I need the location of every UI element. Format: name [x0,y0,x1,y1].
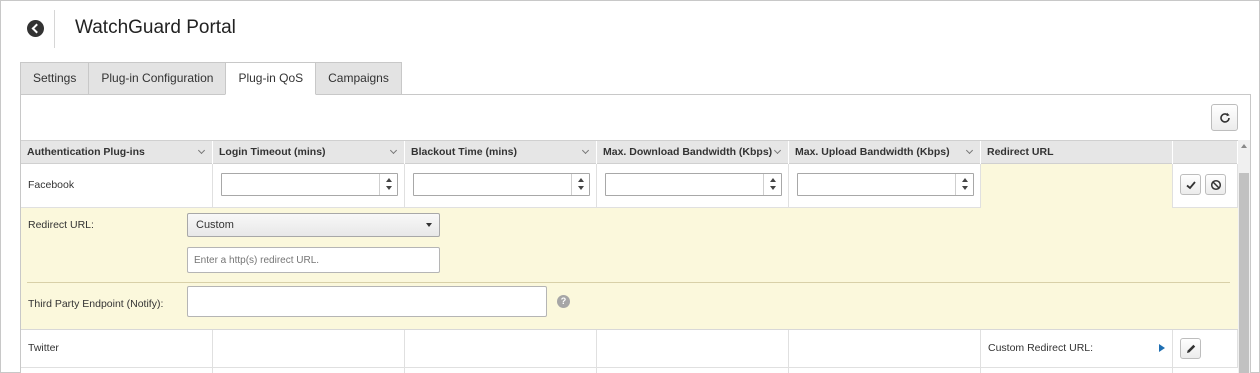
redirect-url-input[interactable] [187,247,440,273]
cancel-icon [1210,179,1222,191]
spin-down-icon[interactable] [770,186,776,190]
scrollbar-thumb[interactable] [1239,173,1249,373]
redirect-url-selected: Custom [196,219,234,231]
cell-max-download [597,164,789,208]
plugin-name: Twitter [28,342,59,354]
save-button[interactable] [1180,174,1201,195]
help-icon[interactable]: ? [557,295,570,308]
cell-blackout-time [405,330,597,368]
column-header-plugins[interactable]: Authentication Plug-ins [21,141,213,164]
edit-button[interactable] [1180,338,1201,359]
plugin-name: Facebook [28,179,75,191]
table-row-partial [21,368,1238,373]
redirect-settings-editor: Redirect URL: Custom Third Party Endpoin… [21,208,1238,330]
column-header-redirect-url: Redirect URL [981,141,1173,164]
max-download-input[interactable] [605,173,782,196]
refresh-button[interactable] [1211,104,1238,131]
column-header-label: Max. Download Bandwidth (Kbps) [603,146,773,158]
chevron-down-icon[interactable] [581,146,590,155]
cell [405,368,597,373]
cell-blackout-time [405,164,597,208]
cell-actions [1173,164,1238,208]
pencil-icon [1187,344,1196,353]
cell-login-timeout [213,164,405,208]
tab-plugin-qos[interactable]: Plug-in QoS [225,62,317,95]
redirect-url-label: Redirect URL: [28,219,94,231]
divider [27,282,1230,283]
table-row-facebook: Facebook [21,164,1238,208]
spinner[interactable] [955,174,973,195]
blackout-time-input[interactable] [413,173,590,196]
cell-actions [1173,330,1238,368]
endpoint-input[interactable] [187,286,547,317]
refresh-icon [1220,112,1230,123]
vertical-scrollbar[interactable] [1238,140,1250,373]
cell [21,368,213,373]
spin-up-icon[interactable] [386,178,392,182]
cell-redirect-url: Custom Redirect URL: [981,330,1173,368]
spin-up-icon[interactable] [578,178,584,182]
tab-bar: Settings Plug-in Configuration Plug-in Q… [20,62,402,95]
tab-plugin-configuration[interactable]: Plug-in Configuration [88,62,227,95]
chevron-down-icon[interactable] [197,146,206,155]
redirect-url-select[interactable]: Custom [187,213,440,237]
spin-down-icon[interactable] [578,186,584,190]
cell-max-download [597,330,789,368]
back-arrow-icon[interactable] [27,20,44,37]
spin-up-icon[interactable] [962,178,968,182]
cell [981,368,1173,373]
tab-campaigns[interactable]: Campaigns [315,62,402,95]
header-divider [54,10,55,48]
checkmark-icon [1186,181,1196,190]
spin-down-icon[interactable] [962,186,968,190]
spinner[interactable] [379,174,397,195]
cell [789,368,981,373]
column-header-actions [1173,141,1238,164]
redirect-url-value: Custom Redirect URL: [988,342,1094,354]
column-header-label: Blackout Time (mins) [411,146,517,158]
column-header-max-download[interactable]: Max. Download Bandwidth (Kbps) [597,141,789,164]
spinner[interactable] [763,174,781,195]
cell-max-upload [789,330,981,368]
cancel-button[interactable] [1205,174,1226,195]
max-upload-input[interactable] [797,173,974,196]
column-header-label: Authentication Plug-ins [27,146,145,158]
endpoint-label: Third Party Endpoint (Notify): [28,298,164,310]
cell [597,368,789,373]
cell-login-timeout [213,330,405,368]
table-row-twitter: Twitter Custom Redirect URL: [21,330,1238,368]
cell [213,368,405,373]
column-header-label: Login Timeout (mins) [219,146,326,158]
chevron-down-icon[interactable] [965,146,974,155]
play-arrow-icon[interactable] [1159,344,1165,352]
page-title: WatchGuard Portal [75,17,236,38]
spinner[interactable] [571,174,589,195]
cell-redirect-url [981,164,1173,208]
scroll-up-icon[interactable] [1241,144,1247,148]
spin-up-icon[interactable] [770,178,776,182]
spin-down-icon[interactable] [386,186,392,190]
chevron-down-icon[interactable] [389,146,398,155]
login-timeout-input[interactable] [221,173,398,196]
cell-plugin: Twitter [21,330,213,368]
caret-down-icon [426,223,432,227]
qos-panel: Authentication Plug-ins Login Timeout (m… [20,94,1251,373]
chevron-down-icon[interactable] [773,146,782,155]
column-header-max-upload[interactable]: Max. Upload Bandwidth (Kbps) [789,141,981,164]
table-header: Authentication Plug-ins Login Timeout (m… [21,140,1238,164]
cell-plugin: Facebook [21,164,213,208]
tab-settings[interactable]: Settings [20,62,90,95]
column-header-blackout-time[interactable]: Blackout Time (mins) [405,141,597,164]
column-header-login-timeout[interactable]: Login Timeout (mins) [213,141,405,164]
cell-max-upload [789,164,981,208]
column-header-label: Redirect URL [987,146,1054,158]
column-header-label: Max. Upload Bandwidth (Kbps) [795,146,950,158]
